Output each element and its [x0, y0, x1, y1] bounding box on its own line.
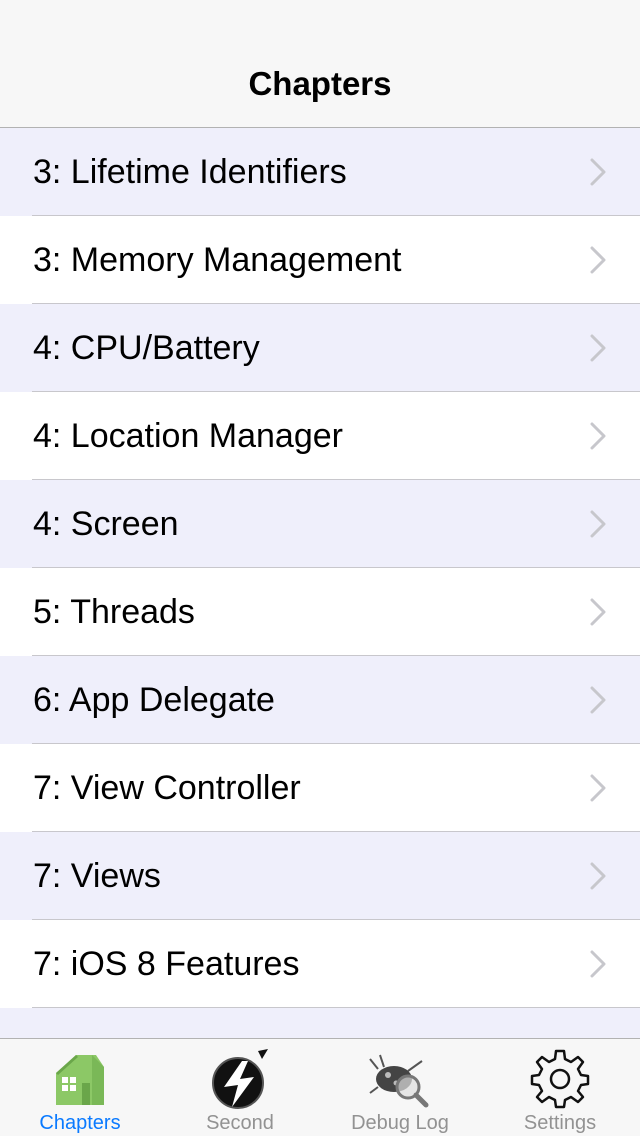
- chapter-row-label: 4: Location Manager: [33, 417, 343, 455]
- tab-label: Second: [206, 1112, 274, 1134]
- chapter-row-label: 4: Screen: [33, 505, 179, 543]
- chevron-right-icon: [590, 950, 606, 978]
- chevron-right-icon: [590, 510, 606, 538]
- chevron-right-icon: [590, 862, 606, 890]
- tab-bar: Chapters Second Debug Log Settings: [0, 1038, 640, 1136]
- chapter-row-label: 7: Views: [33, 857, 161, 895]
- chapter-row-memory-management[interactable]: 3: Memory Management: [0, 216, 640, 304]
- chevron-right-icon: [590, 774, 606, 802]
- screen: Chapters 3: Lifetime Identifiers 3: Memo…: [0, 0, 640, 1136]
- chapter-row-partial[interactable]: [0, 1008, 640, 1038]
- page-title: Chapters: [248, 65, 392, 102]
- chapter-row-lifetime-identifiers[interactable]: 3: Lifetime Identifiers: [0, 128, 640, 216]
- chevron-right-icon: [590, 686, 606, 714]
- navigation-bar: Chapters: [0, 0, 640, 128]
- chapter-row-label: 3: Lifetime Identifiers: [33, 153, 347, 191]
- tab-second[interactable]: Second: [160, 1039, 320, 1136]
- chevron-right-icon: [590, 158, 606, 186]
- gear-icon: [530, 1049, 590, 1109]
- tab-debug-log[interactable]: Debug Log: [320, 1039, 480, 1136]
- chapter-row-view-controller[interactable]: 7: View Controller: [0, 744, 640, 832]
- house-icon: [56, 1055, 104, 1105]
- chapter-row-cpu-battery[interactable]: 4: CPU/Battery: [0, 304, 640, 392]
- chapter-row-label: 7: View Controller: [33, 769, 301, 807]
- tab-label: Chapters: [39, 1112, 121, 1134]
- chapter-row-location-manager[interactable]: 4: Location Manager: [0, 392, 640, 480]
- chapter-row-label: 4: CPU/Battery: [33, 329, 260, 367]
- chevron-right-icon: [590, 598, 606, 626]
- chapter-row-label: 6: App Delegate: [33, 681, 275, 719]
- tab-label: Settings: [523, 1112, 597, 1134]
- bug-magnifier-icon: [369, 1054, 429, 1108]
- chevron-right-icon: [590, 246, 606, 274]
- lightning-icon: [212, 1049, 268, 1109]
- chevron-right-icon: [590, 422, 606, 450]
- chapter-row-label: 3: Memory Management: [33, 241, 402, 279]
- chapter-row-ios8-features[interactable]: 7: iOS 8 Features: [0, 920, 640, 1008]
- chevron-right-icon: [590, 334, 606, 362]
- tab-settings[interactable]: Settings: [480, 1039, 640, 1136]
- chapter-list[interactable]: 3: Lifetime Identifiers 3: Memory Manage…: [0, 128, 640, 1038]
- chapter-row-screen[interactable]: 4: Screen: [0, 480, 640, 568]
- chapter-row-threads[interactable]: 5: Threads: [0, 568, 640, 656]
- chapter-row-views[interactable]: 7: Views: [0, 832, 640, 920]
- chapter-row-label: 5: Threads: [33, 593, 195, 631]
- tab-label: Debug Log: [351, 1112, 449, 1134]
- chapter-row-label: 7: iOS 8 Features: [33, 945, 300, 983]
- chapter-row-app-delegate[interactable]: 6: App Delegate: [0, 656, 640, 744]
- tab-chapters[interactable]: Chapters: [0, 1039, 160, 1136]
